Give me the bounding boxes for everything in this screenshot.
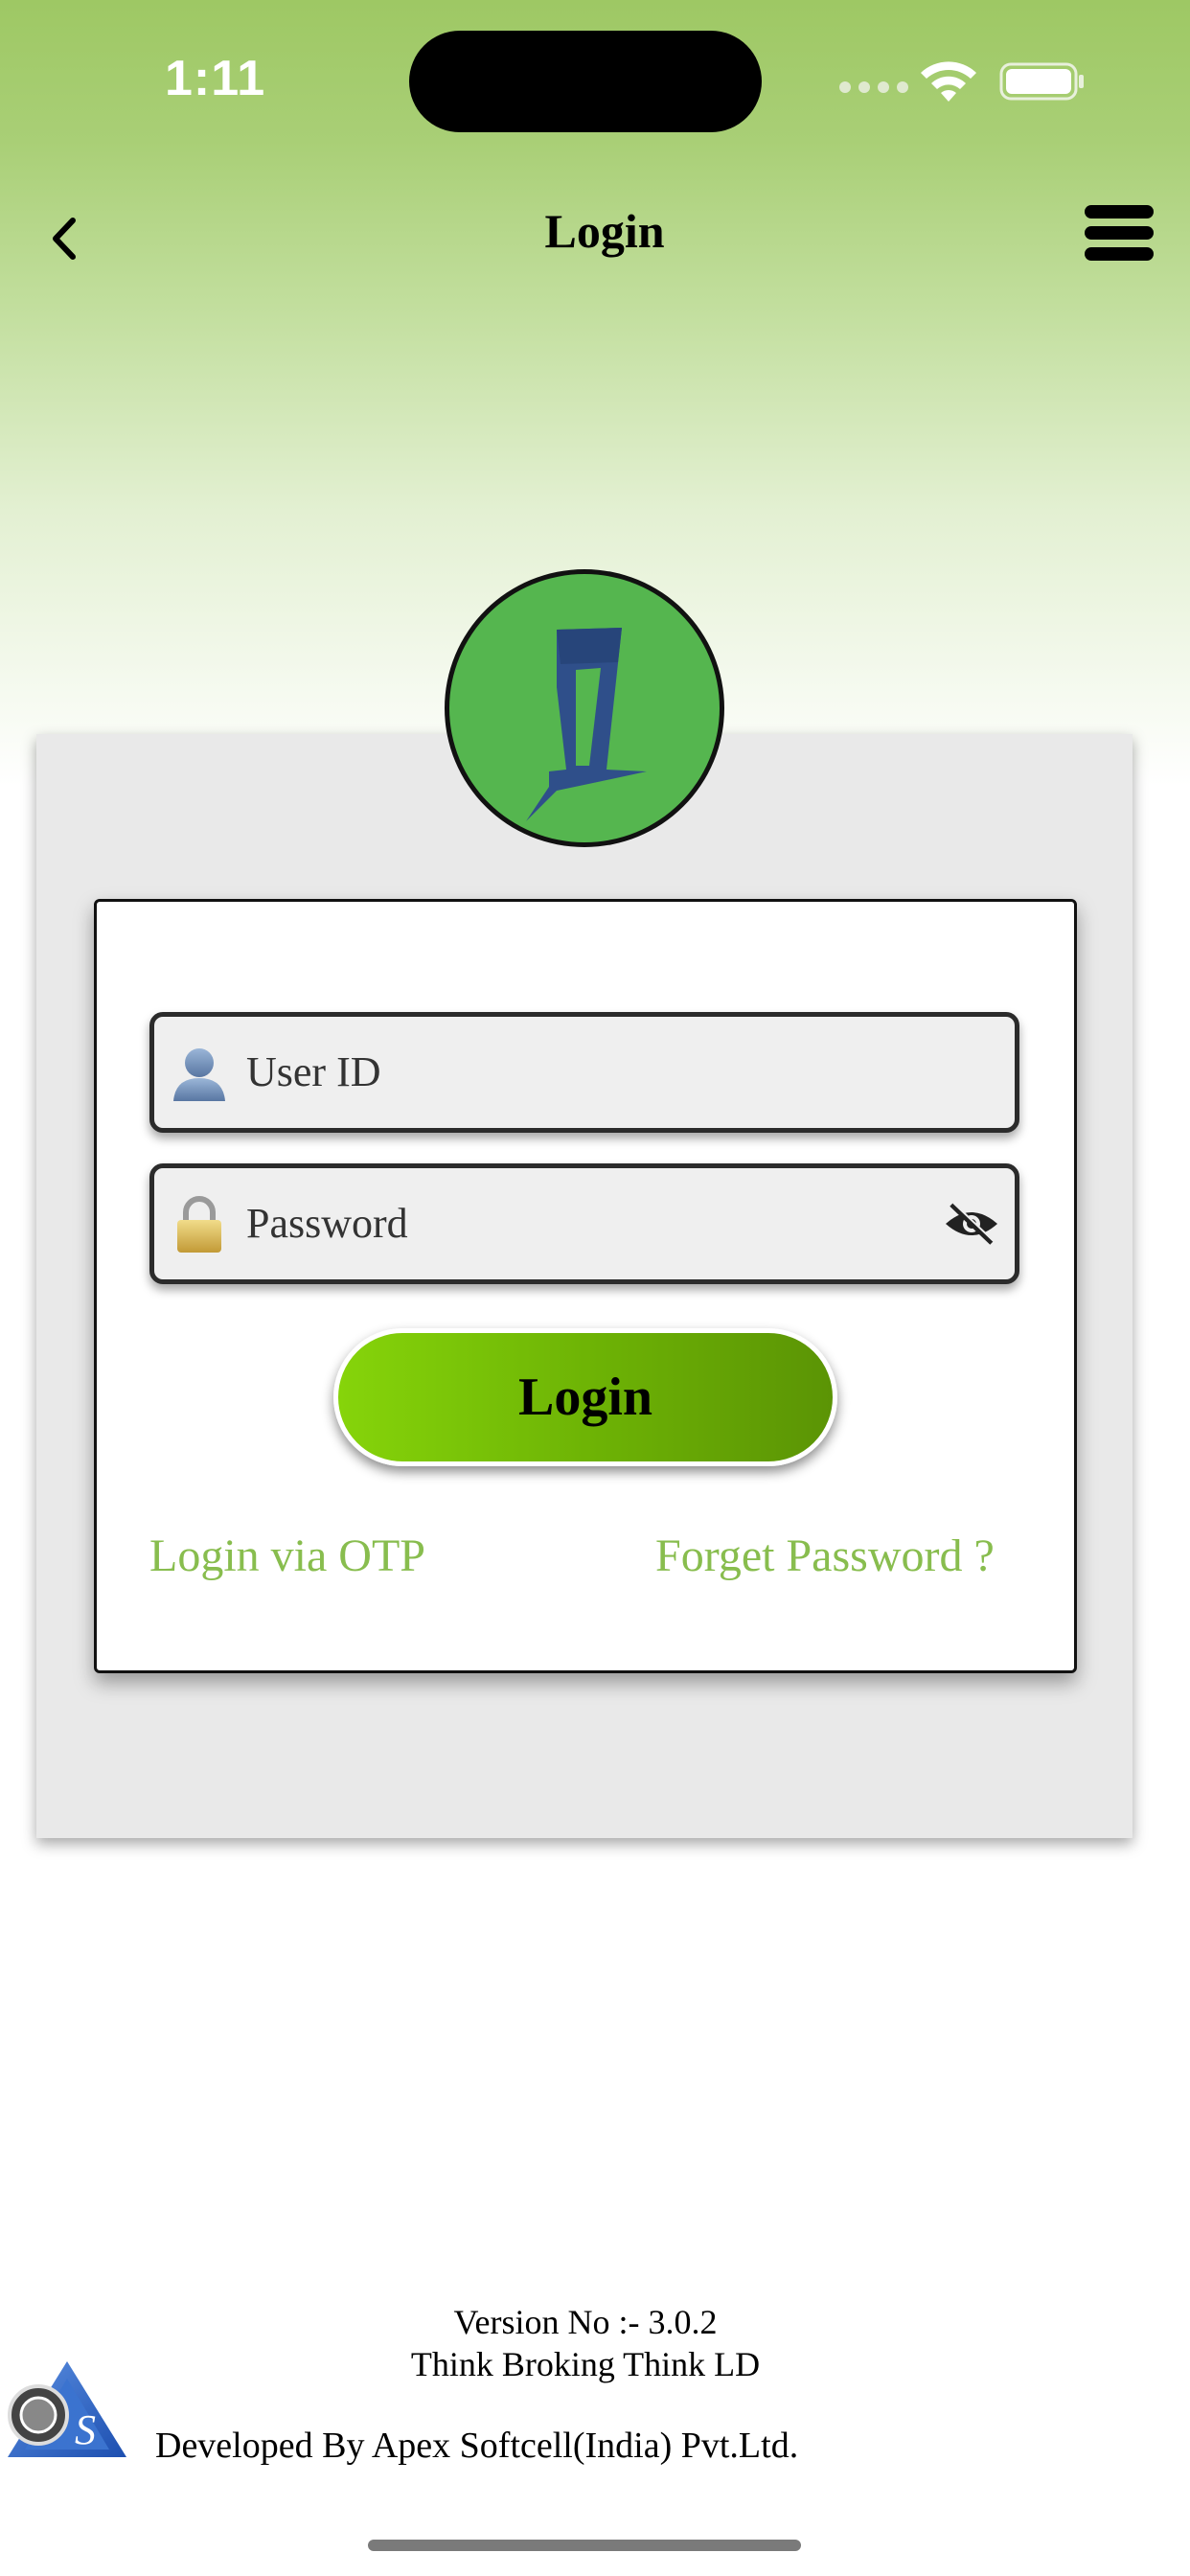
wifi-icon xyxy=(921,61,976,102)
status-bar: 1:11 xyxy=(0,0,1190,163)
svg-text:S: S xyxy=(75,2406,96,2453)
version-text: Version No :- 3.0.2 xyxy=(453,2303,718,2341)
menu-icon[interactable] xyxy=(1083,201,1156,264)
user-id-field[interactable]: User ID xyxy=(149,1012,1019,1133)
page-title: Login xyxy=(544,204,665,258)
password-field[interactable]: Password xyxy=(149,1163,1019,1284)
password-placeholder: Password xyxy=(246,1200,408,1247)
login-via-otp-link[interactable]: Login via OTP xyxy=(149,1530,425,1582)
logo-mark-icon xyxy=(526,628,647,821)
developer-logo-icon: S xyxy=(8,2361,126,2457)
status-time: 1:11 xyxy=(165,51,266,106)
user-icon xyxy=(173,1048,225,1101)
dynamic-island xyxy=(409,31,762,132)
eye-icon[interactable] xyxy=(944,1199,999,1249)
nav-bar: Login xyxy=(0,182,1190,288)
user-id-placeholder: User ID xyxy=(246,1048,381,1095)
lock-icon xyxy=(177,1196,221,1253)
battery-icon xyxy=(999,62,1084,101)
home-indicator[interactable] xyxy=(368,2540,801,2551)
app-logo xyxy=(445,569,724,847)
login-button[interactable]: Login xyxy=(333,1328,837,1466)
forget-password-link[interactable]: Forget Password ? xyxy=(655,1530,995,1582)
developer-text: Developed By Apex Softcell(India) Pvt.Lt… xyxy=(155,2426,799,2466)
tagline-text: Think Broking Think LD xyxy=(410,2345,761,2383)
signal-icon xyxy=(839,81,908,93)
